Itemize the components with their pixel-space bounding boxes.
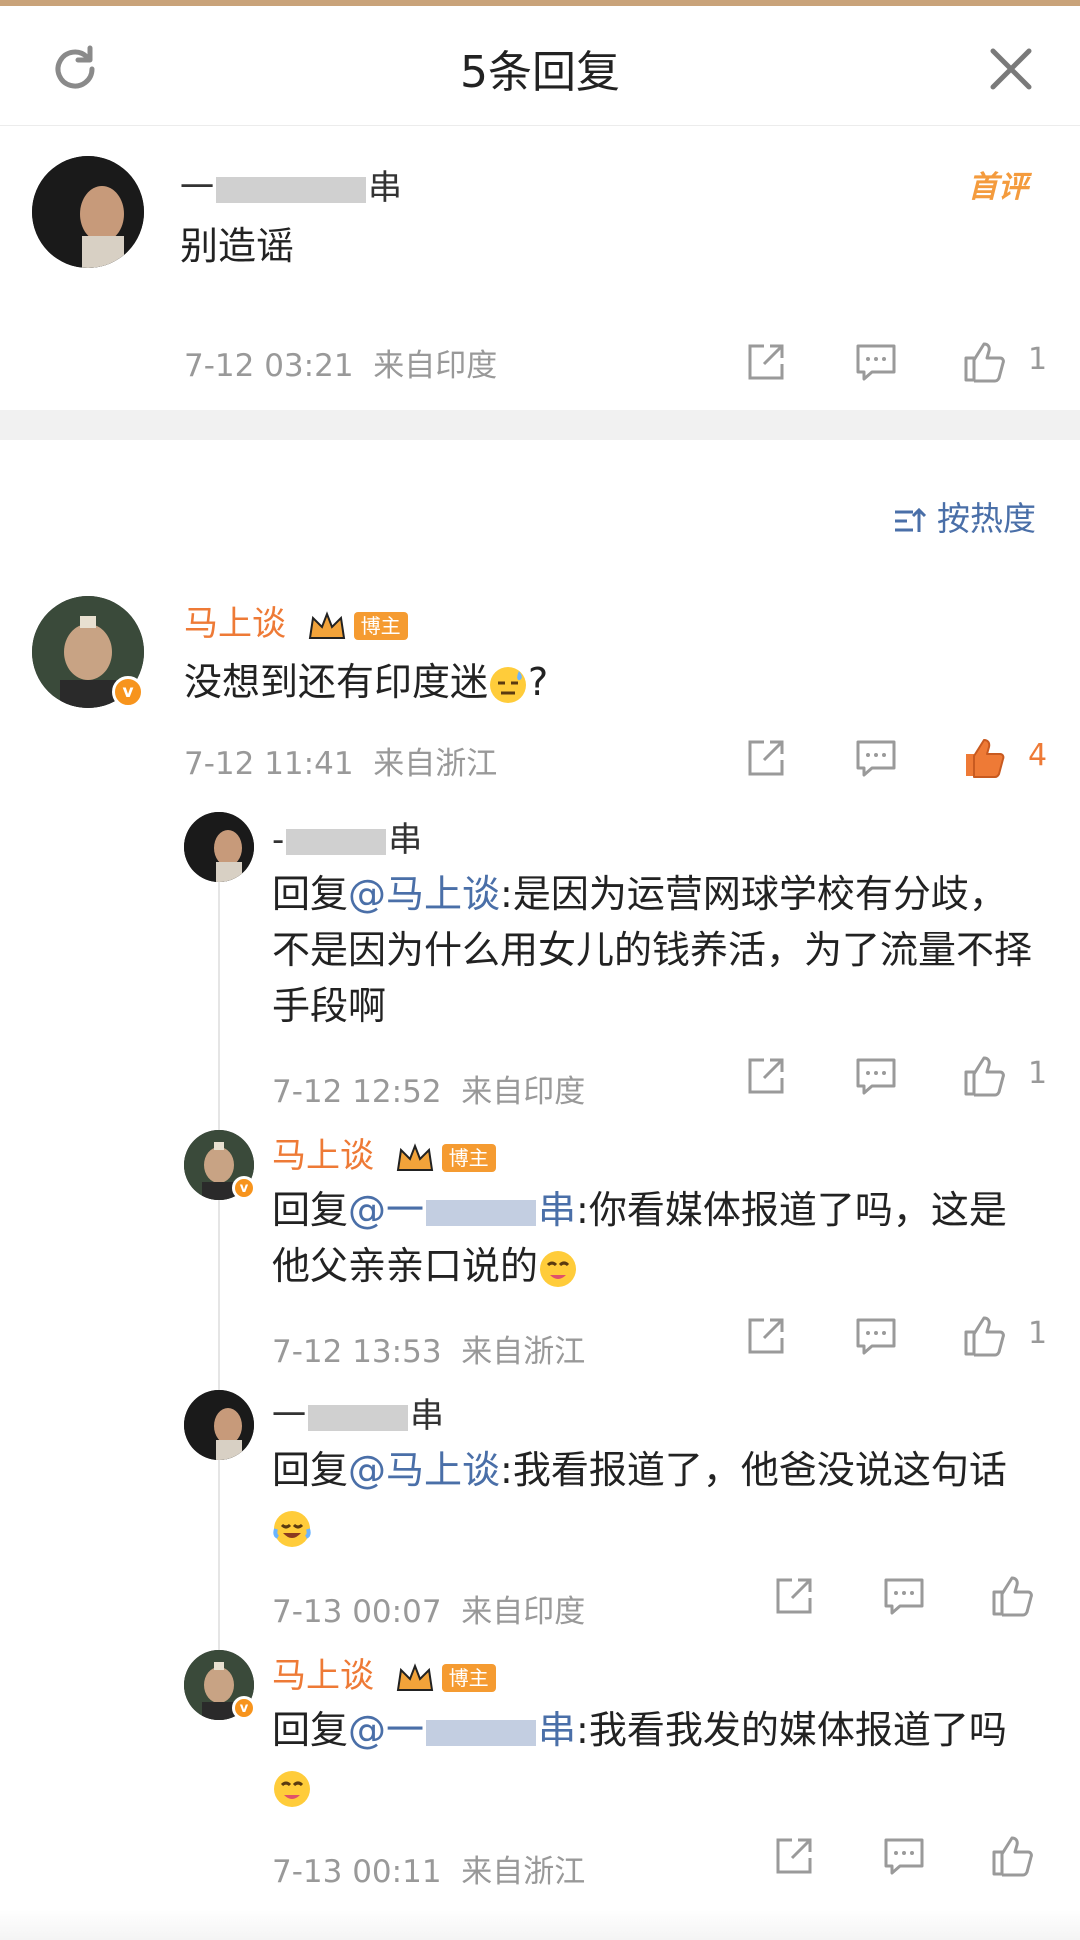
drooling-emoji-icon bbox=[540, 1250, 577, 1287]
verified-badge: v bbox=[112, 676, 144, 708]
comment-icon[interactable] bbox=[854, 736, 898, 780]
blogger-badge: 博主 bbox=[441, 1143, 496, 1172]
comment-actions bbox=[772, 1834, 1052, 1884]
thumbs-up-icon[interactable] bbox=[962, 736, 1006, 780]
username[interactable]: 马上谈 博主 bbox=[272, 1648, 496, 1697]
comment-icon[interactable] bbox=[882, 1834, 926, 1878]
comment-meta: 7-12 03:21 来自印度 bbox=[184, 348, 498, 384]
mention-link[interactable]: @马上谈 bbox=[348, 1448, 500, 1492]
like-count: 1 bbox=[1028, 1316, 1048, 1351]
reply-text: 回复@一 串:你看媒体报道了吗，这是他父亲亲口说的 bbox=[272, 1188, 1007, 1288]
mention-link[interactable]: @一串 bbox=[348, 1188, 576, 1232]
comment-text: 没想到还有印度迷? bbox=[184, 660, 549, 704]
like-count: 4 bbox=[1028, 738, 1048, 773]
comment-actions: 4 bbox=[744, 736, 1054, 786]
share-icon[interactable] bbox=[772, 1574, 816, 1618]
sort-toggle[interactable]: 按热度 bbox=[893, 492, 1036, 540]
mention-link[interactable]: @一串 bbox=[348, 1708, 576, 1752]
username[interactable]: 马上谈 博主 bbox=[184, 596, 408, 645]
reply-text: 回复@一 串:我看我发的媒体报道了吗 bbox=[272, 1702, 1032, 1814]
crown-icon bbox=[396, 1662, 433, 1691]
username[interactable]: 马上谈 博主 bbox=[272, 1128, 496, 1177]
comment-meta: 7-13 00:07 来自印度 bbox=[272, 1594, 586, 1630]
drooling-emoji-icon bbox=[274, 1770, 310, 1807]
comment-icon[interactable] bbox=[854, 340, 898, 384]
comment-meta: 7-12 11:41 来自浙江 bbox=[184, 746, 498, 782]
share-icon[interactable] bbox=[744, 736, 788, 780]
sweat-emoji-icon bbox=[490, 666, 527, 703]
thread-line bbox=[218, 868, 220, 1680]
verified-badge: v bbox=[232, 1176, 256, 1200]
comment-icon[interactable] bbox=[854, 1054, 898, 1098]
blogger-badge: 博主 bbox=[353, 611, 408, 640]
first-comment-badge: 首评 bbox=[968, 170, 1028, 205]
comment-icon[interactable] bbox=[882, 1574, 926, 1618]
thumbs-up-icon[interactable] bbox=[990, 1834, 1034, 1878]
comment-meta: 7-13 00:11 来自浙江 bbox=[272, 1854, 586, 1890]
close-icon[interactable] bbox=[988, 46, 1034, 92]
crown-icon bbox=[396, 1142, 433, 1171]
username[interactable]: 一串 bbox=[272, 1388, 444, 1437]
sort-icon bbox=[894, 507, 926, 532]
comment-actions: 1 bbox=[744, 1054, 1054, 1104]
share-icon[interactable] bbox=[744, 1314, 788, 1358]
like-count: 1 bbox=[1028, 1056, 1048, 1091]
comment-text: 别造谣 bbox=[180, 224, 295, 268]
mention-link[interactable]: @马上谈 bbox=[348, 872, 500, 916]
avatar[interactable] bbox=[184, 1390, 254, 1460]
share-icon[interactable] bbox=[744, 340, 788, 384]
username[interactable]: 一串 bbox=[180, 160, 402, 209]
verified-badge: v bbox=[232, 1696, 256, 1720]
page-title: 5条回复 bbox=[460, 47, 620, 98]
username[interactable]: -串 bbox=[272, 812, 422, 861]
comment-actions bbox=[772, 1574, 1052, 1624]
avatar[interactable] bbox=[184, 812, 254, 882]
section-divider bbox=[0, 410, 1080, 440]
thumbs-up-icon[interactable] bbox=[962, 1054, 1006, 1098]
thumbs-up-icon[interactable] bbox=[962, 340, 1006, 384]
like-count: 1 bbox=[1028, 342, 1048, 377]
top-bar: 5条回复 bbox=[0, 0, 1080, 126]
laughing-crying-emoji-icon bbox=[273, 1510, 311, 1547]
blogger-badge: 博主 bbox=[441, 1663, 496, 1692]
share-icon[interactable] bbox=[744, 1054, 788, 1098]
comment-icon[interactable] bbox=[854, 1314, 898, 1358]
reply-text: 回复@马上谈:我看报道了，他爸没说这句话 bbox=[272, 1442, 1032, 1554]
comment-meta: 7-12 12:52 来自印度 bbox=[272, 1074, 586, 1110]
thumbs-up-icon[interactable] bbox=[990, 1574, 1034, 1618]
reply-text: 回复@马上谈:是因为运营网球学校有分歧，不是因为什么用女儿的钱养活，为了流量不择… bbox=[272, 872, 1033, 1028]
share-icon[interactable] bbox=[772, 1834, 816, 1878]
comment-actions: 1 bbox=[744, 1314, 1054, 1364]
thumbs-up-icon[interactable] bbox=[962, 1314, 1006, 1358]
bottom-fade bbox=[0, 1910, 1080, 1940]
avatar[interactable] bbox=[32, 156, 144, 268]
crown-icon bbox=[308, 610, 345, 639]
comment-meta: 7-12 13:53 来自浙江 bbox=[272, 1334, 586, 1370]
comment-actions: 1 bbox=[744, 340, 1054, 390]
